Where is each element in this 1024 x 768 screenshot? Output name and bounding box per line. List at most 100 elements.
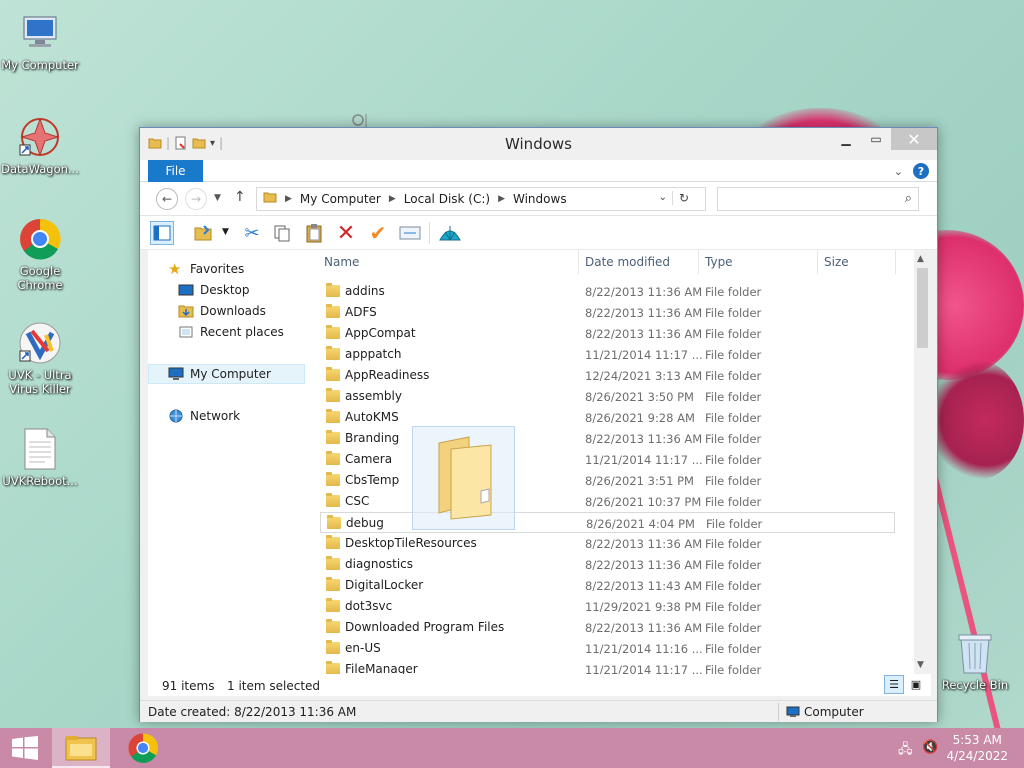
table-row[interactable]: AppCompat 8/22/2013 11:36 AM File folder (320, 323, 895, 344)
move-to-folder-icon[interactable] (192, 221, 216, 245)
folder-icon (326, 577, 340, 591)
table-row[interactable]: DesktopTileResources 8/22/2013 11:36 AM Fi… (320, 533, 895, 554)
organize-dropdown-icon[interactable]: ▼ (222, 227, 229, 237)
nav-desktop[interactable]: Desktop (178, 280, 250, 300)
vertical-scrollbar[interactable]: ▲ ▼ (914, 250, 931, 674)
copy-icon[interactable] (270, 221, 294, 245)
folder-icon (326, 388, 340, 402)
desktop-icon-datawagon[interactable]: DataWagon... (0, 114, 80, 176)
rename-check-icon[interactable]: ✔ (366, 221, 390, 245)
desktop-icon-uvk[interactable]: UVK - Ultra Virus Killer (0, 320, 80, 396)
scroll-down-icon[interactable]: ▼ (917, 660, 924, 670)
table-row[interactable]: diagnostics 8/22/2013 11:36 AM File folder (320, 554, 895, 575)
breadcrumb-windows[interactable]: Windows (513, 192, 567, 206)
column-name[interactable]: Name (324, 255, 359, 269)
table-row[interactable]: AppReadiness 12/24/2021 3:13 AM File folde… (320, 365, 895, 386)
nav-favorites[interactable]: ★ Favorites (168, 259, 244, 279)
taskbar-file-explorer[interactable] (52, 728, 110, 768)
table-row[interactable]: apppatch 11/21/2014 11:17 ... File folder (320, 344, 895, 365)
maximize-button[interactable]: ▭ (861, 128, 891, 150)
file-date-modified: 8/22/2013 11:36 AM (585, 558, 703, 572)
forward-button[interactable]: → (185, 188, 207, 210)
table-row[interactable]: Branding 8/22/2013 11:36 AM File folder (320, 428, 895, 449)
volume-muted-icon[interactable]: 🔇 (922, 740, 938, 755)
file-name: Branding (345, 431, 400, 445)
breadcrumb-my-computer[interactable]: My Computer (300, 192, 381, 206)
file-type: File folder (705, 348, 762, 362)
help-icon[interactable]: ? (913, 163, 929, 179)
table-row[interactable]: FileManager 11/21/2014 11:17 ... File fold… (320, 659, 895, 674)
table-row[interactable]: DigitalLocker 8/22/2013 11:43 AM File fold… (320, 575, 895, 596)
scroll-up-icon[interactable]: ▲ (917, 254, 924, 264)
taskbar-chrome[interactable] (114, 728, 172, 768)
expand-ribbon-icon[interactable]: ⌄ (894, 165, 903, 178)
desktop-icon-uvkreboot[interactable]: UVKReboot... (0, 426, 80, 488)
file-type: File folder (705, 327, 762, 341)
command-toolbar: ▼ ✂ ✕ ✔ (140, 216, 937, 250)
table-row[interactable]: assembly 8/26/2021 3:50 PM File folder (320, 386, 895, 407)
table-row[interactable]: AutoKMS 8/26/2021 9:28 AM File folder (320, 407, 895, 428)
tab-file[interactable]: File (148, 160, 203, 182)
network-tray-icon[interactable]: 🖧 (898, 740, 913, 762)
title-bar[interactable]: | ▾ | Windows ▁ ▭ ✕ (140, 128, 937, 160)
address-dropdown-icon[interactable]: ⌄ (659, 192, 667, 203)
table-row[interactable]: CSC 8/26/2021 10:37 PM File folder (320, 491, 895, 512)
column-date-modified[interactable]: Date modified (585, 255, 670, 269)
table-row[interactable]: ADFS 8/22/2013 11:36 AM File folder (320, 302, 895, 323)
desktop-icon-label: UVKReboot... (2, 474, 78, 488)
file-date-modified: 11/21/2014 11:17 ... (585, 663, 703, 674)
nav-network[interactable]: Network (168, 406, 240, 426)
column-headers: ⌃ Name Date modified Type Size (320, 250, 931, 274)
minimize-button[interactable]: ▁ (831, 128, 861, 150)
file-type: File folder (705, 390, 762, 404)
up-button[interactable]: ↑ (234, 189, 246, 205)
search-input[interactable]: ⌕ (717, 187, 919, 211)
system-clock[interactable]: 5:53 AM 4/24/2022 (946, 732, 1008, 764)
file-type: File folder (705, 411, 762, 425)
details-view-icon[interactable]: ☰ (884, 675, 904, 694)
file-type: File folder (705, 495, 762, 509)
recent-places-icon (178, 325, 194, 339)
column-type[interactable]: Type (705, 255, 733, 269)
table-row[interactable]: CbsTemp 8/26/2021 3:51 PM File folder (320, 470, 895, 491)
table-row[interactable]: Downloaded Program Files 8/22/2013 11:36 … (320, 617, 895, 638)
folder-icon (327, 515, 341, 529)
nav-downloads[interactable]: Downloads (178, 301, 266, 321)
start-button[interactable] (0, 728, 50, 768)
address-bar-row: ← → ▼ ↑ ▶ My Computer ▶ Local Disk (C:) … (140, 182, 937, 216)
file-name: apppatch (345, 347, 402, 361)
desktop-icon-recycle-bin[interactable]: Recycle Bin (935, 630, 1015, 692)
navigation-pane-icon[interactable] (150, 221, 174, 245)
desktop-icon-chrome[interactable]: Google Chrome (0, 216, 80, 292)
table-row[interactable]: addins 8/22/2013 11:36 AM File folder (320, 281, 895, 302)
file-type: File folder (706, 517, 763, 531)
folder-icon (326, 493, 340, 507)
nav-recent-places[interactable]: Recent places (178, 322, 284, 342)
desktop-icon-my-computer[interactable]: My Computer (0, 10, 80, 72)
column-size[interactable]: Size (824, 255, 849, 269)
folder-icon (326, 556, 340, 570)
breadcrumb-local-disk[interactable]: Local Disk (C:) (404, 192, 490, 206)
chrome-icon (128, 733, 159, 763)
file-name: Camera (345, 452, 393, 466)
delete-icon[interactable]: ✕ (334, 221, 358, 246)
table-row[interactable]: dot3svc 11/29/2021 9:38 PM File folder (320, 596, 895, 617)
table-row[interactable]: en-US 11/21/2014 11:16 ... File folder (320, 638, 895, 659)
table-row[interactable]: Camera 11/21/2014 11:17 ... File folder (320, 449, 895, 470)
scroll-thumb[interactable] (917, 268, 928, 348)
properties-icon[interactable] (398, 221, 422, 245)
table-row[interactable]: debug 8/26/2021 4:04 PM File folder (320, 512, 895, 533)
refresh-icon[interactable]: ↻ (671, 191, 689, 205)
large-icons-view-icon[interactable]: ▣ (906, 675, 926, 694)
file-date-modified: 8/22/2013 11:43 AM (585, 579, 703, 593)
file-date-modified: 8/26/2021 9:28 AM (585, 411, 695, 425)
address-bar[interactable]: ▶ My Computer ▶ Local Disk (C:) ▶ Window… (256, 187, 706, 211)
folder-icon (326, 367, 340, 381)
shell-icon[interactable] (438, 221, 462, 245)
close-button[interactable]: ✕ (891, 128, 937, 150)
back-button[interactable]: ← (156, 188, 178, 210)
nav-my-computer[interactable]: My Computer (148, 364, 305, 384)
paste-icon[interactable] (302, 221, 326, 245)
recent-locations-icon[interactable]: ▼ (214, 193, 221, 203)
cut-icon[interactable]: ✂ (240, 221, 264, 245)
